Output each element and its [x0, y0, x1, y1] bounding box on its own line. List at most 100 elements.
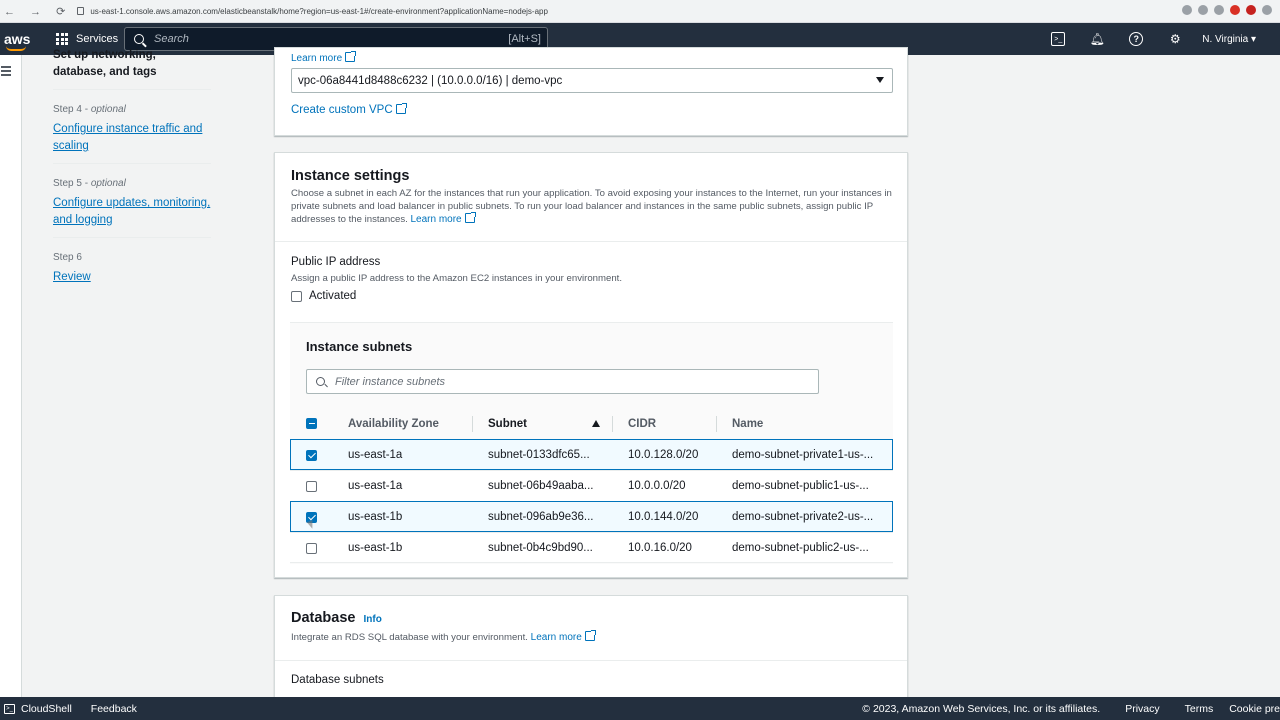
database-description: Integrate an RDS SQL database with your …	[291, 630, 596, 645]
gear-icon[interactable]: ⚙	[1168, 32, 1182, 46]
cell-az: us-east-1a	[348, 480, 403, 492]
select-all-checkbox[interactable]	[306, 408, 317, 439]
wizard-step-5: Step 5 - optional Configure updates, mon…	[53, 178, 211, 238]
caret-down-icon	[876, 77, 884, 83]
vpc-select[interactable]: vpc-06a8441d8488c6232 | (10.0.0.0/16) | …	[291, 68, 893, 93]
extension-icon[interactable]	[1182, 5, 1192, 15]
cloudshell-icon: >_	[4, 703, 15, 714]
cell-name: demo-subnet-public2-us-...	[732, 542, 869, 554]
sort-ascending-icon[interactable]	[592, 420, 600, 427]
column-header-subnet[interactable]: Subnet	[488, 408, 527, 439]
divider	[275, 660, 907, 661]
external-link-icon	[584, 630, 596, 641]
column-header-availability-zone[interactable]: Availability Zone	[348, 408, 439, 439]
table-row[interactable]: us-east-1a subnet-06b49aaba... 10.0.0.0/…	[290, 470, 893, 501]
database-learn-more-link[interactable]: Learn more	[531, 630, 596, 643]
wizard-steps: Set up networking, database, and tags St…	[53, 47, 211, 286]
row-checkbox[interactable]	[306, 480, 317, 492]
table-row[interactable]: us-east-1b subnet-0b4c9bd90... 10.0.16.0…	[290, 532, 893, 563]
database-panel: Database Info Integrate an RDS SQL datab…	[274, 595, 908, 705]
cell-subnet: subnet-0b4c9bd90...	[488, 542, 593, 554]
step-4-link[interactable]: Configure instance traffic and scaling	[53, 121, 211, 155]
public-ip-checkbox-row[interactable]: Activated	[291, 290, 356, 302]
search-shortcut: [Alt+S]	[508, 33, 541, 45]
grid-icon	[56, 33, 68, 45]
instance-settings-description: Choose a subnet in each AZ for the insta…	[291, 188, 892, 225]
cell-cidr: 10.0.144.0/20	[628, 511, 699, 523]
lock-icon	[77, 7, 85, 15]
extension-icon[interactable]	[1246, 5, 1256, 15]
services-menu-button[interactable]: Services	[56, 33, 118, 45]
feedback-link[interactable]: Feedback	[91, 703, 137, 715]
wizard-step-6: Step 6 Review	[53, 252, 211, 286]
cell-subnet: subnet-096ab9e36...	[488, 511, 594, 523]
database-title: Database	[291, 610, 356, 626]
cell-name: demo-subnet-private2-us-...	[732, 511, 874, 523]
column-header-name[interactable]: Name	[732, 408, 763, 439]
aws-logo[interactable]: aws	[4, 32, 36, 51]
instance-settings-title: Instance settings	[291, 168, 410, 184]
instance-subnets-title: Instance subnets	[306, 339, 413, 354]
row-checkbox[interactable]	[306, 542, 317, 554]
external-link-icon	[395, 103, 407, 114]
wizard-step-4: Step 4 - optional Configure instance tra…	[53, 104, 211, 164]
cookie-preferences-link[interactable]: Cookie pre	[1229, 703, 1280, 715]
cell-subnet: subnet-0133dfc65...	[488, 449, 590, 461]
cell-cidr: 10.0.16.0/20	[628, 542, 692, 554]
row-checkbox[interactable]	[306, 449, 317, 461]
copyright-text: © 2023, Amazon Web Services, Inc. or its…	[862, 702, 1101, 715]
table-row[interactable]: us-east-1b subnet-096ab9e36... 10.0.144.…	[290, 501, 893, 532]
current-step-heading: Set up networking, database, and tags	[53, 49, 157, 78]
vpc-learn-more-link[interactable]: Learn more	[291, 51, 357, 64]
column-header-cidr[interactable]: CIDR	[628, 408, 656, 439]
cell-name: demo-subnet-public1-us-...	[732, 480, 869, 492]
aws-smile-icon	[6, 46, 26, 51]
public-ip-checkbox[interactable]	[291, 290, 302, 302]
region-selector[interactable]: N. Virginia ▾	[1202, 34, 1256, 45]
instance-settings-learn-more-link[interactable]: Learn more	[410, 212, 476, 225]
table-header: Availability Zone Subnet CIDR Name	[290, 408, 893, 439]
cell-name: demo-subnet-private1-us-...	[732, 449, 874, 461]
instance-subnets-table-container: Instance subnets Filter instance subnets…	[290, 322, 893, 564]
instance-settings-panel: Instance settings Choose a subnet in eac…	[274, 152, 908, 578]
create-custom-vpc-link[interactable]: Create custom VPC	[291, 103, 407, 116]
search-icon	[134, 34, 144, 44]
vpc-panel: Learn more vpc-06a8441d8488c6232 | (10.0…	[274, 47, 908, 136]
cell-az: us-east-1b	[348, 511, 403, 523]
extension-icon[interactable]	[1198, 5, 1208, 15]
extension-icon[interactable]	[1214, 5, 1224, 15]
table-row[interactable]: us-east-1a subnet-0133dfc65... 10.0.128.…	[290, 439, 893, 470]
hamburger-icon[interactable]	[1, 66, 11, 78]
console-footer: >_ CloudShell Feedback © 2023, Amazon We…	[0, 697, 1280, 720]
external-link-icon	[345, 51, 357, 62]
public-ip-description: Assign a public IP address to the Amazon…	[291, 273, 622, 284]
browser-toolbar: ← → ⟳ us-east-1.console.aws.amazon.com/e…	[0, 0, 1280, 23]
cell-az: us-east-1a	[348, 449, 403, 461]
filter-subnets-input[interactable]: Filter instance subnets	[306, 369, 819, 394]
browser-extensions	[1182, 5, 1272, 15]
cell-subnet: subnet-06b49aaba...	[488, 480, 594, 492]
search-icon	[316, 377, 325, 386]
current-step: Set up networking, database, and tags	[53, 47, 211, 90]
browser-nav-icons[interactable]: ← → ⟳	[4, 5, 71, 18]
side-navigation-collapsed	[0, 55, 22, 697]
database-info-link[interactable]: Info	[363, 614, 381, 625]
address-bar[interactable]: us-east-1.console.aws.amazon.com/elastic…	[90, 7, 548, 16]
divider	[275, 241, 907, 242]
help-icon[interactable]: ?	[1129, 32, 1144, 46]
public-ip-label: Public IP address	[291, 256, 381, 268]
terms-link[interactable]: Terms	[1185, 703, 1214, 715]
cloudshell-link[interactable]: CloudShell	[21, 703, 72, 715]
privacy-link[interactable]: Privacy	[1125, 703, 1159, 715]
extension-icon[interactable]	[1262, 5, 1272, 15]
step-6-link[interactable]: Review	[53, 269, 211, 286]
cell-cidr: 10.0.0.0/20	[628, 480, 686, 492]
step-5-link[interactable]: Configure updates, monitoring, and loggi…	[53, 195, 211, 229]
database-subnets-label: Database subnets	[291, 674, 384, 686]
external-link-icon	[464, 212, 476, 223]
extension-icon[interactable]	[1230, 5, 1240, 15]
cell-cidr: 10.0.128.0/20	[628, 449, 699, 461]
cloudshell-icon[interactable]: >_	[1051, 32, 1066, 46]
bell-icon[interactable]: 🔔︎	[1090, 32, 1105, 46]
cell-az: us-east-1b	[348, 542, 403, 554]
